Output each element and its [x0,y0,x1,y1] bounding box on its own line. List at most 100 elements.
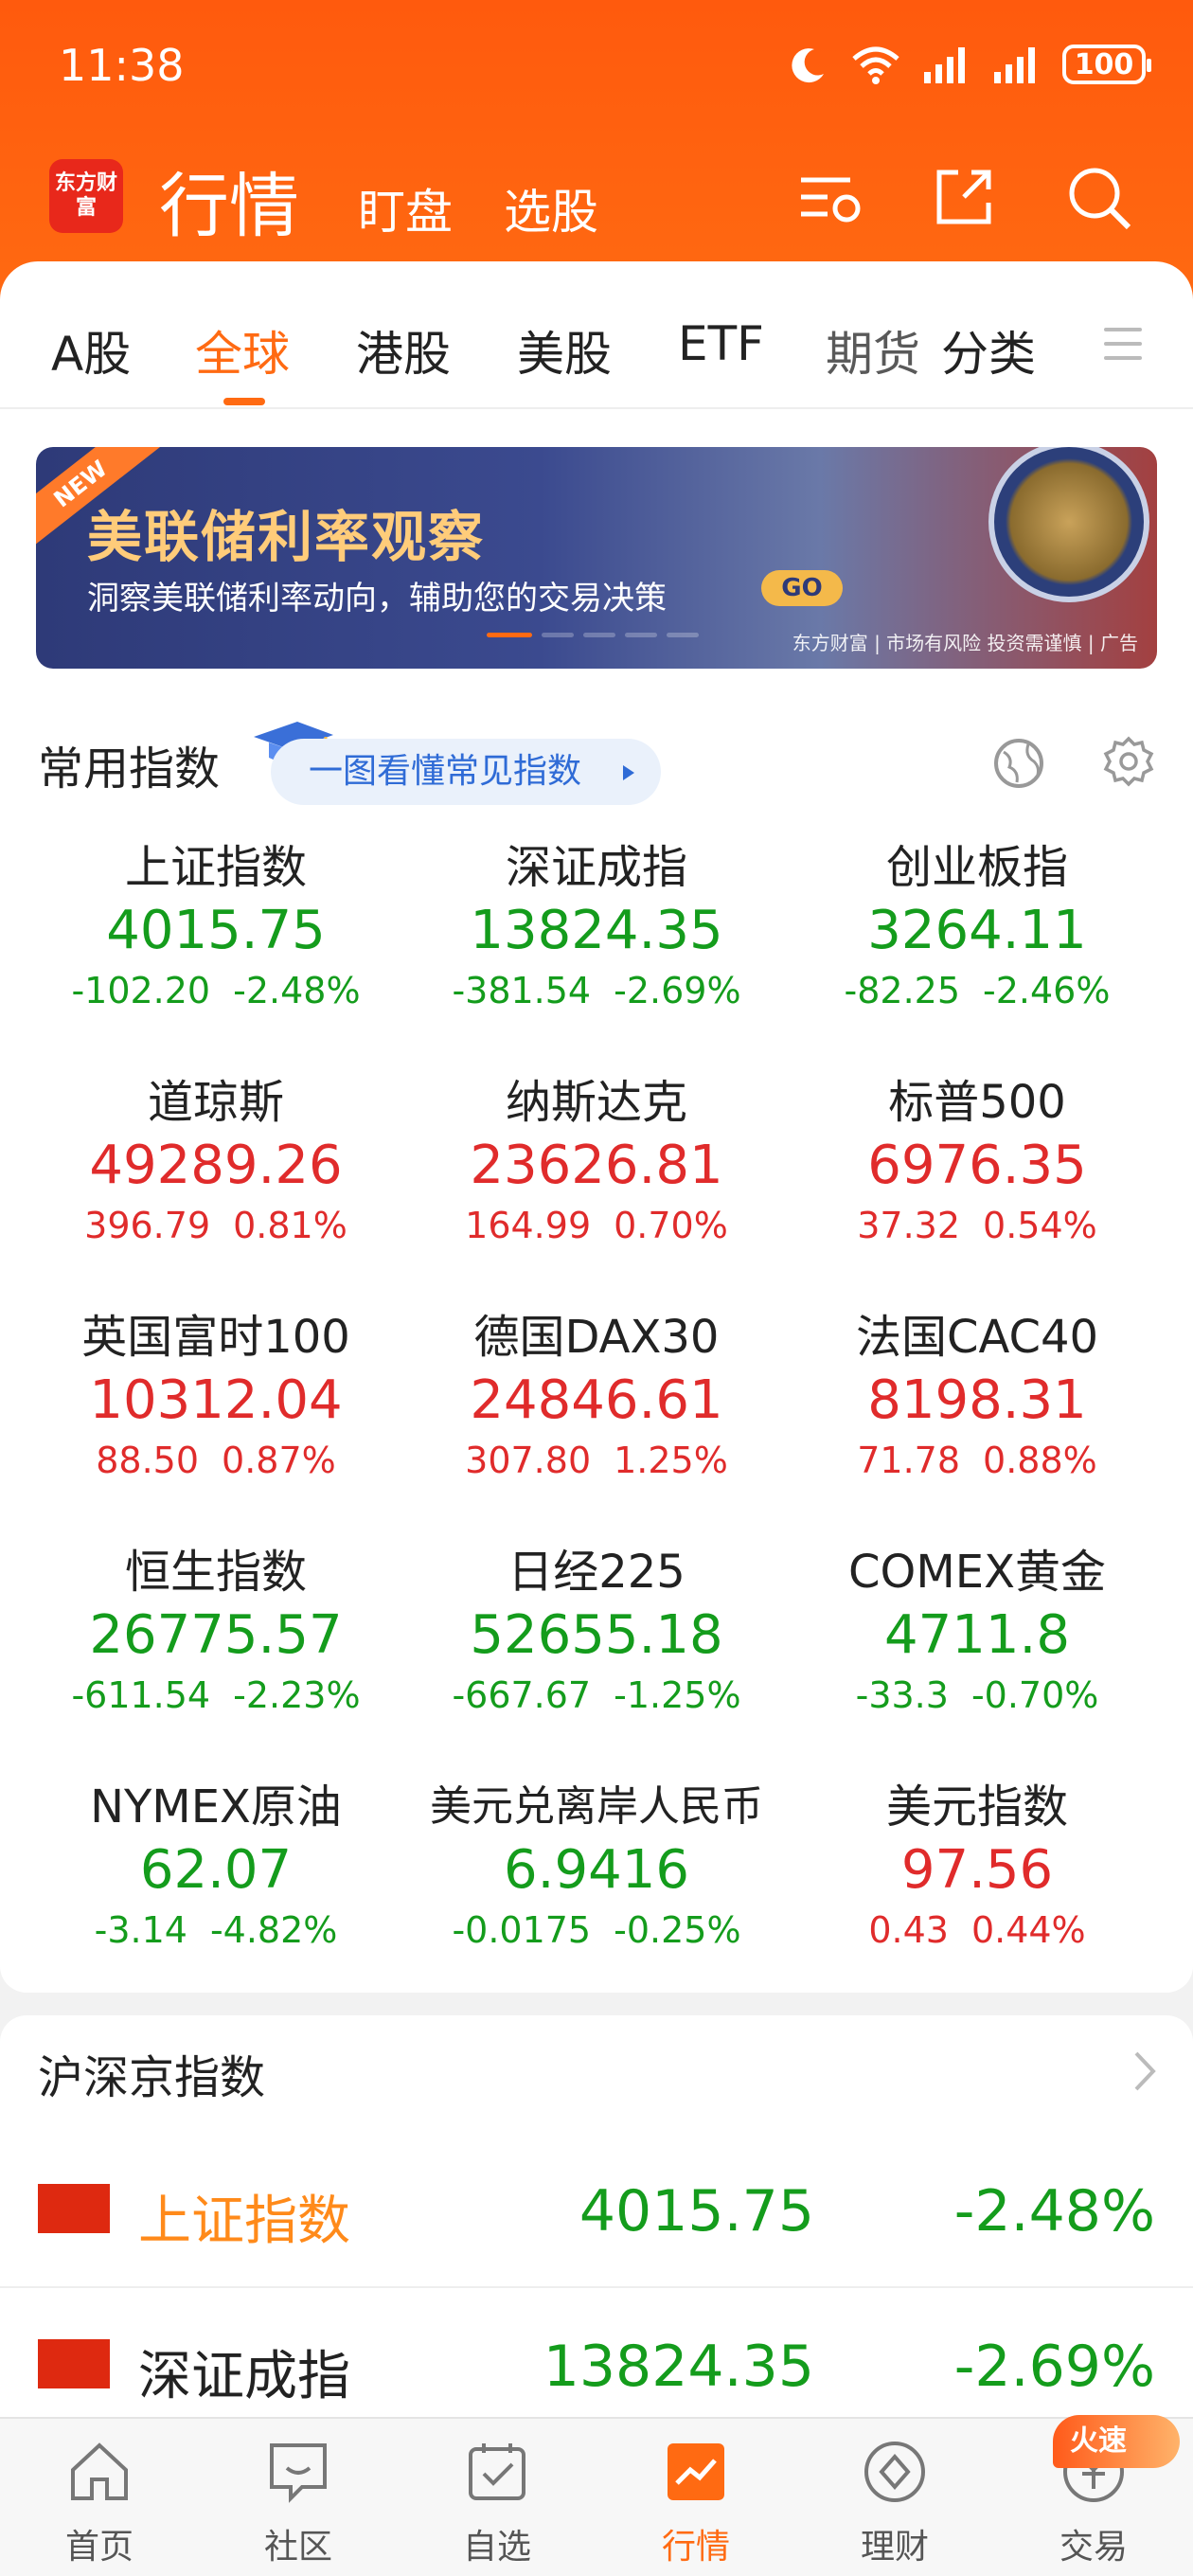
index-cell[interactable]: 英国富时100 10312.04 88.50 0.87% [27,1307,405,1487]
index-change: -102.20 -2.48% [27,964,405,1017]
index-change-pct: -2.69% [614,970,741,1011]
index-row[interactable]: 上证指数 4015.75 -2.48% [0,2135,1193,2288]
index-price: 10312.04 [89,1369,343,1431]
common-indices-title: 常用指数 [38,742,221,796]
index-price: 6976.35 [867,1135,1087,1196]
index-change-pct: -2.23% [233,1674,361,1716]
index-change: -667.67 -1.25% [407,1669,786,1722]
tab-hk[interactable]: 港股 [356,316,451,385]
index-change-value: -3.14 [94,1909,187,1951]
index-change: -611.54 -2.23% [27,1669,405,1722]
index-price: 49289.26 [89,1135,343,1196]
banner-pagination [487,633,699,637]
index-change-pct: 1.25% [614,1440,728,1481]
row-index-price: 13824.35 [543,2334,814,2400]
index-cell[interactable]: 上证指数 4015.75 -102.20 -2.48% [27,837,405,1017]
index-cell[interactable]: 美元指数 97.56 0.43 0.44% [788,1777,1166,1957]
index-name: 深证成指 [505,841,687,894]
index-name: 美元兑离岸人民币 [430,1782,763,1831]
index-name: 纳斯达克 [505,1076,687,1129]
signal-icon-2 [994,47,1035,83]
status-bar: 11:38 100 [0,0,1193,142]
index-cell[interactable]: COMEX黄金 4711.8 -33.3 -0.70% [788,1542,1166,1722]
index-name: NYMEX原油 [90,1780,342,1834]
nav-label: 行情 [661,2528,730,2567]
index-price: 62.07 [139,1839,293,1901]
tab-global[interactable]: 全球 [195,316,290,385]
hsj-indices-card: 沪深京指数 上证指数 4015.75 -2.48% 深证成指 13824.35 … [0,2015,1193,2451]
share-icon[interactable] [926,159,1002,235]
row-index-name: 上证指数 [138,2191,350,2252]
index-cell[interactable]: 恒生指数 26775.57 -611.54 -2.23% [27,1542,405,1722]
tab-futures[interactable]: 期货 [826,316,920,385]
index-change-value: 0.43 [868,1909,949,1951]
tab-us[interactable]: 美股 [517,316,612,385]
index-change-value: -667.67 [452,1674,592,1716]
globe-icon[interactable] [990,735,1047,792]
tab-xuangu[interactable]: 选股 [504,174,598,242]
banner-go-button[interactable]: GO [761,570,843,606]
index-cell[interactable]: 法国CAC40 8198.31 71.78 0.88% [788,1307,1166,1487]
index-change-pct: 0.81% [233,1205,347,1246]
hsj-indices-title[interactable]: 沪深京指数 [38,2040,265,2106]
index-cell[interactable]: 纳斯达克 23626.81 164.99 0.70% [407,1072,786,1252]
nav-market[interactable]: 行情 [596,2436,795,2568]
index-change-pct: -4.82% [209,1909,338,1951]
search-icon[interactable] [1060,159,1136,235]
nav-community[interactable]: 社区 [199,2436,398,2568]
tab-a-share[interactable]: A股 [51,316,131,385]
app-logo[interactable]: 东方财富 [49,159,123,233]
index-cell[interactable]: NYMEX原油 62.07 -3.14 -4.82% [27,1777,405,1957]
index-change-value: -0.0175 [452,1909,592,1951]
tab-category[interactable]: 分类 [941,316,1036,385]
index-name: 德国DAX30 [473,1311,720,1364]
row-index-name: 深证成指 [138,2346,350,2407]
watchlist-icon [469,2443,525,2500]
index-cell[interactable]: 美元兑离岸人民币 6.9416 -0.0175 -0.25% [407,1777,786,1957]
index-cell[interactable]: 道琼斯 49289.26 396.79 0.81% [27,1072,405,1252]
index-change: 37.32 0.54% [788,1199,1166,1252]
wealth-icon [864,2442,925,2502]
index-change-pct: -1.25% [614,1674,741,1716]
tab-dingpan[interactable]: 盯盘 [358,174,453,242]
status-time: 11:38 [59,40,185,91]
market-tabs: A股 全球 港股 美股 ETF 期货 分类 [0,261,1193,409]
list-settings-icon[interactable] [793,159,869,235]
index-change-value: -102.20 [71,970,211,1011]
nav-home[interactable]: 首页 [0,2436,199,2568]
banner-disclaimer: 东方财富 | 市场有风险 投资需谨慎 | 广告 [792,632,1138,654]
nav-watchlist[interactable]: 自选 [398,2436,596,2568]
index-cell[interactable]: 日经225 52655.18 -667.67 -1.25% [407,1542,786,1722]
tabs-menu-icon[interactable] [1104,328,1142,370]
index-cell[interactable]: 创业板指 3264.11 -82.25 -2.46% [788,837,1166,1017]
market-icon [668,2443,724,2500]
indices-guide-link[interactable]: 一图看懂常见指数 [271,739,661,805]
index-change-pct: 0.54% [983,1205,1097,1246]
tab-etf[interactable]: ETF [678,316,764,371]
index-cell[interactable]: 标普500 6976.35 37.32 0.54% [788,1072,1166,1252]
row-divider [0,2286,1193,2288]
index-change: 71.78 0.88% [788,1434,1166,1487]
nav-label: 自选 [462,2528,531,2567]
index-cell[interactable]: 深证成指 13824.35 -381.54 -2.69% [407,837,786,1017]
nav-wealth[interactable]: 理财 [795,2436,994,2568]
index-change-value: -611.54 [71,1674,211,1716]
chevron-right-icon[interactable] [1131,2048,1159,2095]
index-change-pct: -0.25% [614,1909,741,1951]
index-change-value: 88.50 [96,1440,200,1481]
index-change-value: 71.78 [857,1440,961,1481]
index-change: 396.79 0.81% [27,1199,405,1252]
index-price: 23626.81 [470,1135,723,1196]
home-icon [71,2442,128,2500]
index-name: 恒生指数 [124,1546,307,1599]
index-name: 道琼斯 [147,1076,284,1129]
row-index-pct: -2.48% [953,2178,1155,2245]
index-change: -33.3 -0.70% [788,1669,1166,1722]
index-change-value: -381.54 [452,970,592,1011]
index-cell[interactable]: 德国DAX30 24846.61 307.80 1.25% [407,1307,786,1487]
fed-rate-banner[interactable]: NEW 美联储利率观察 洞察美联储利率动向，辅助您的交易决策 GO 东方财富 |… [36,447,1157,669]
settings-gear-icon[interactable] [1100,735,1157,792]
index-change-value: -33.3 [855,1674,949,1716]
wifi-icon [852,46,899,84]
index-price: 52655.18 [470,1604,723,1666]
